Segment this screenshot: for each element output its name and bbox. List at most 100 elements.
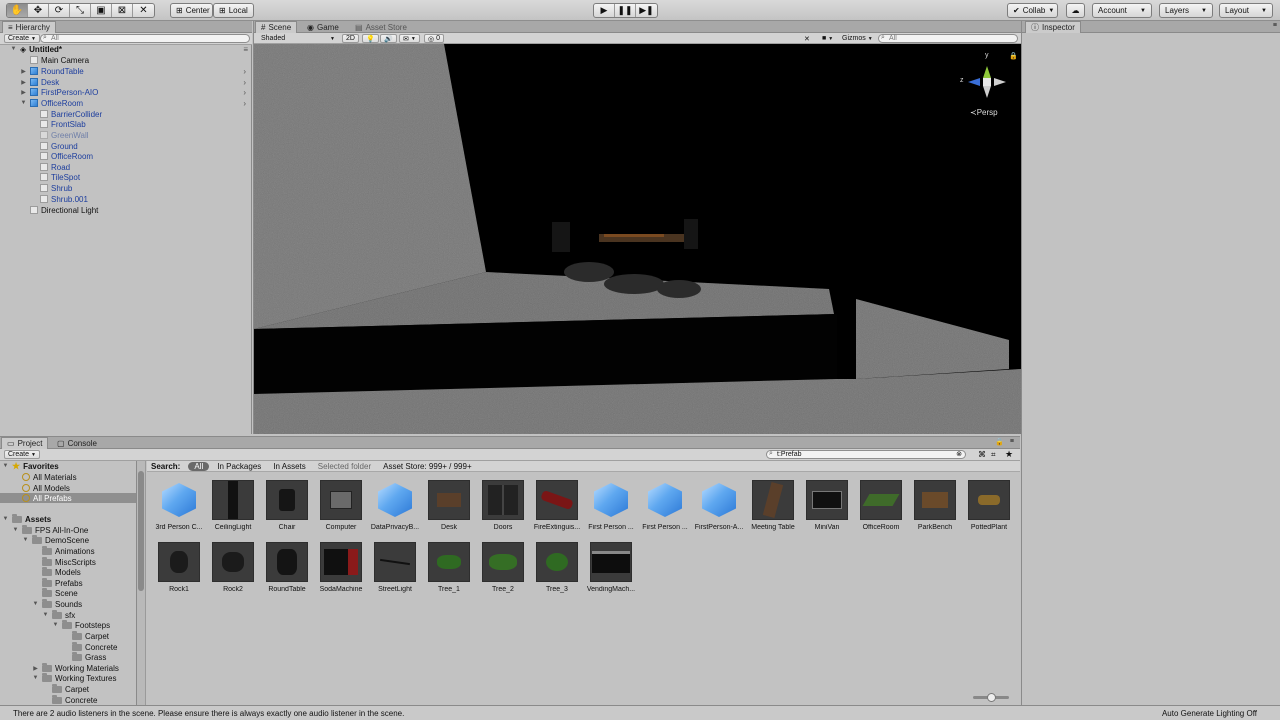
tree-carpet[interactable]: Carpet	[62, 630, 109, 641]
expanded-arrow-icon[interactable]: ▼	[12, 527, 19, 533]
tab-hierarchy[interactable]: ≡ Hierarchy	[2, 21, 56, 33]
scroll-thumb[interactable]	[138, 471, 144, 591]
asset-roundtable[interactable]: RoundTable	[260, 542, 314, 600]
collapsed-arrow-icon[interactable]: ▶	[32, 665, 39, 672]
hierarchy-item-officeroom[interactable]: ▼ OfficeRoom ›	[20, 98, 250, 108]
asset-3rd-person-controller[interactable]: 3rd Person C...	[152, 480, 206, 538]
asset-minivan[interactable]: MiniVan	[800, 480, 854, 538]
account-dropdown[interactable]: Account ▼	[1092, 3, 1152, 18]
hierarchy-item-main-camera[interactable]: Main Camera	[20, 55, 89, 65]
gizmos-dropdown[interactable]: Gizmos ▼	[839, 34, 876, 43]
tree-fps-all-in-one[interactable]: ▼ FPS All-In-One	[12, 524, 88, 535]
expanded-arrow-icon[interactable]: ▼	[2, 516, 9, 522]
asset-meeting-table[interactable]: Meeting Table	[746, 480, 800, 538]
tree-assets[interactable]: ▼ Assets	[2, 513, 51, 524]
asset-desk[interactable]: Desk	[422, 480, 476, 538]
tree-all-models[interactable]: All Models	[12, 483, 70, 493]
play-button[interactable]: ▶	[594, 4, 615, 17]
collapsed-arrow-icon[interactable]: ▶	[20, 89, 27, 96]
tree-miscscripts[interactable]: MiscScripts	[32, 556, 96, 567]
hierarchy-item-desk[interactable]: ▶ Desk ›	[20, 77, 250, 87]
scale-tool-icon[interactable]: ⤡	[70, 4, 91, 17]
rect-tool-icon[interactable]: ▣	[91, 4, 112, 17]
chevron-right-icon[interactable]: ›	[243, 88, 246, 97]
asset-tree-3[interactable]: Tree_3	[530, 542, 584, 600]
collapsed-arrow-icon[interactable]: ▶	[20, 79, 27, 86]
scene-root[interactable]: ▼ ◈ Untitled* ≡	[10, 44, 250, 54]
scene-menu-icon[interactable]: ≡	[243, 45, 248, 54]
inspector-menu-icon[interactable]: ≡	[1273, 22, 1277, 29]
projection-toggle[interactable]: ≺Persp	[970, 108, 998, 117]
hierarchy-item-shrub-001[interactable]: Shrub.001	[30, 194, 88, 204]
hand-tool-icon[interactable]: ✋	[7, 4, 28, 17]
lock-icon[interactable]: 🔒	[1009, 52, 1018, 60]
layers-dropdown[interactable]: Layers ▼	[1159, 3, 1213, 18]
filter-by-label-icon[interactable]: ⌗	[991, 450, 996, 460]
tree-textures-concrete[interactable]: Concrete	[42, 694, 97, 705]
project-tree-scrollbar[interactable]	[137, 461, 146, 706]
audio-toggle-button[interactable]: 🔊	[380, 34, 397, 43]
asset-dataprivacy[interactable]: DataPrivacyB...	[368, 480, 422, 538]
asset-first-person-1[interactable]: First Person ...	[584, 480, 638, 538]
asset-ceilinglight[interactable]: CeilingLight	[206, 480, 260, 538]
hierarchy-item-firstperson-aio[interactable]: ▶ FirstPerson-AIO ›	[20, 87, 250, 97]
chevron-right-icon[interactable]: ›	[243, 78, 246, 87]
collab-dropdown[interactable]: ✔ Collab ▼	[1007, 3, 1058, 18]
project-search-input[interactable]: ⌕ t:Prefab ⊗	[766, 450, 966, 459]
chevron-right-icon[interactable]: ›	[243, 99, 246, 108]
asset-parkbench[interactable]: ParkBench	[908, 480, 962, 538]
orientation-gizmo[interactable]: y z 🔒 ≺Persp	[954, 52, 1018, 122]
tree-all-materials[interactable]: All Materials	[12, 472, 77, 482]
tab-inspector[interactable]: ⓘ Inspector	[1025, 21, 1081, 33]
tree-all-prefabs[interactable]: All Prefabs	[0, 493, 136, 503]
asset-tree-1[interactable]: Tree_1	[422, 542, 476, 600]
expanded-arrow-icon[interactable]: ▼	[42, 612, 49, 618]
asset-computer[interactable]: Computer	[314, 480, 368, 538]
asset-rock2[interactable]: Rock2	[206, 542, 260, 600]
step-button[interactable]: ▶❚	[636, 4, 657, 17]
hierarchy-item-tilespot[interactable]: TileSpot	[30, 172, 80, 182]
filter-all-button[interactable]: All	[188, 461, 210, 471]
tree-animations[interactable]: Animations	[32, 545, 95, 556]
tab-console[interactable]: ▢ Console	[52, 437, 102, 449]
asset-sodamachine[interactable]: SodaMachine	[314, 542, 368, 600]
asset-vendingmachine[interactable]: VendingMach...	[584, 542, 638, 600]
tab-project[interactable]: ▭ Project	[1, 437, 49, 449]
tree-favorites[interactable]: ▼ ★ Favorites	[2, 461, 136, 471]
expanded-arrow-icon[interactable]: ▼	[32, 601, 39, 607]
hierarchy-item-shrub[interactable]: Shrub	[30, 183, 72, 193]
asset-tree-2[interactable]: Tree_2	[476, 542, 530, 600]
tree-sounds[interactable]: ▼ Sounds	[32, 598, 82, 609]
hierarchy-item-officeroom-child[interactable]: OfficeRoom	[30, 151, 93, 161]
tree-demoscene[interactable]: ▼ DemoScene	[22, 534, 89, 545]
hierarchy-item-ground[interactable]: Ground	[30, 141, 78, 151]
favorite-star-icon[interactable]: ★	[1005, 449, 1013, 460]
filter-asset-store-button[interactable]: Asset Store: 999+ / 999+	[377, 461, 478, 472]
tree-working-textures[interactable]: ▼ Working Textures	[32, 672, 117, 683]
lighting-toggle-button[interactable]: 💡	[362, 34, 379, 43]
tree-textures-carpet[interactable]: Carpet	[42, 683, 89, 694]
asset-firstperson-aio[interactable]: FirstPerson-A...	[692, 480, 746, 538]
expanded-arrow-icon[interactable]: ▼	[20, 100, 27, 106]
transform-tool-icon[interactable]: ⊠	[112, 4, 133, 17]
filter-by-type-icon[interactable]: ⌘	[978, 450, 986, 459]
tab-asset-store[interactable]: ▤ Asset Store	[350, 21, 412, 33]
tree-scene[interactable]: Scene	[32, 587, 78, 598]
asset-fireextinguisher[interactable]: FireExtinguis...	[530, 480, 584, 538]
hierarchy-item-roundtable[interactable]: ▶ RoundTable ›	[20, 66, 250, 76]
tree-concrete[interactable]: Concrete	[62, 641, 117, 652]
pivot-space-button[interactable]: ⊞ Local	[213, 3, 254, 18]
hierarchy-item-greenwall[interactable]: GreenWall	[30, 130, 89, 140]
project-lock-icon[interactable]: 🔒	[995, 438, 1004, 446]
project-menu-icon[interactable]: ≡	[1010, 438, 1014, 445]
move-tool-icon[interactable]: ✥	[28, 4, 49, 17]
console-message[interactable]: There are 2 audio listeners in the scene…	[13, 709, 404, 718]
asset-streetlight[interactable]: StreetLight	[368, 542, 422, 600]
effects-dropdown[interactable]: ✉ ▼	[399, 34, 420, 43]
filter-in-packages-button[interactable]: In Packages	[211, 461, 267, 472]
chevron-right-icon[interactable]: ›	[243, 67, 246, 76]
asset-officeroom[interactable]: OfficeRoom	[854, 480, 908, 538]
tree-sfx[interactable]: ▼ sfx	[42, 609, 75, 620]
hierarchy-item-directional-light[interactable]: Directional Light	[20, 205, 98, 215]
hierarchy-item-road[interactable]: Road	[30, 162, 70, 172]
